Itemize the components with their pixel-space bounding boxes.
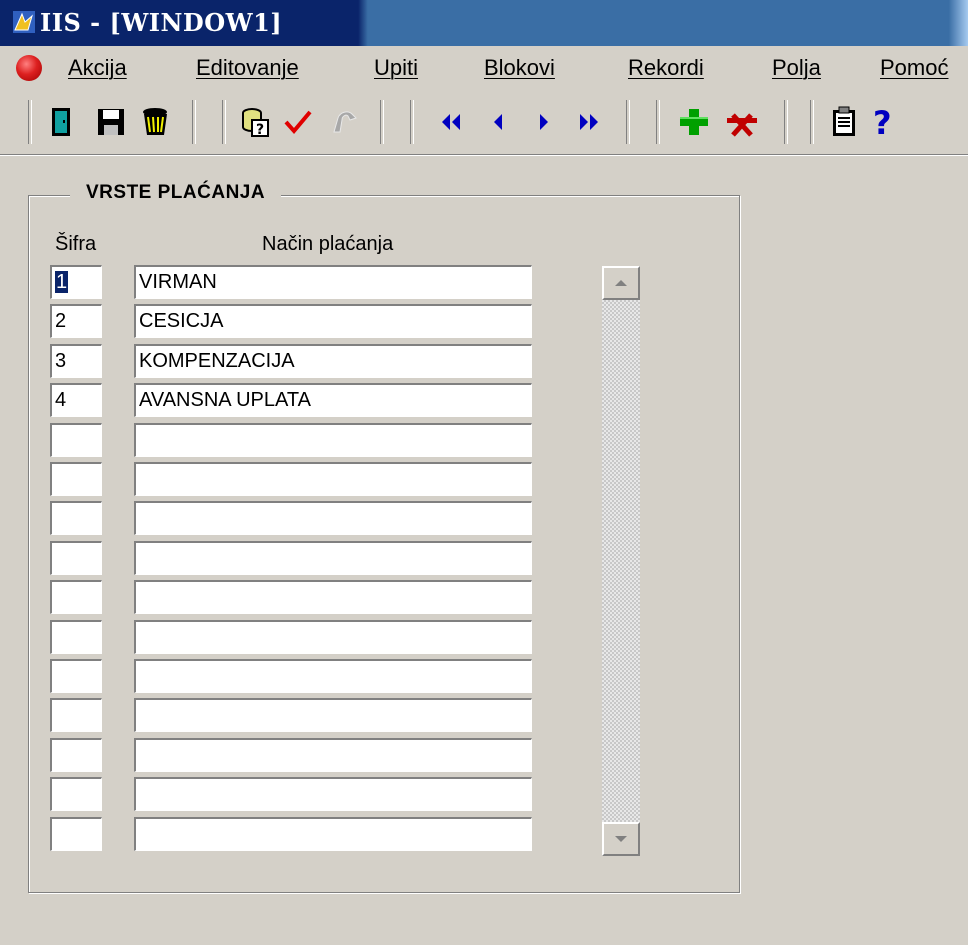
- menu-akcija[interactable]: Akcija: [68, 55, 127, 81]
- sifra-field[interactable]: [50, 541, 102, 575]
- nacin-placanja-value: AVANSNA UPLATA: [139, 389, 311, 411]
- nacin-placanja-field[interactable]: CESICJA: [134, 304, 532, 338]
- toolbar-separator: [784, 100, 788, 144]
- save-icon: [98, 109, 124, 135]
- sifra-value: 4: [55, 389, 67, 411]
- insert-record-icon: [680, 109, 708, 135]
- vertical-scrollbar[interactable]: [602, 268, 640, 856]
- svg-text:?: ?: [256, 122, 264, 138]
- toolbar-separator: [810, 100, 814, 144]
- sifra-field[interactable]: [50, 817, 102, 851]
- nacin-placanja-field[interactable]: [134, 659, 532, 693]
- sifra-field[interactable]: 1: [50, 265, 102, 299]
- nacin-placanja-value: CESICJA: [139, 310, 224, 332]
- menu-upiti[interactable]: Upiti: [374, 55, 418, 81]
- toolbar-separator: [222, 100, 226, 144]
- sifra-field[interactable]: [50, 659, 102, 693]
- nacin-placanja-value: KOMPENZACIJA: [139, 350, 295, 372]
- insert-record-button[interactable]: [676, 104, 712, 140]
- nacin-placanja-field[interactable]: [134, 462, 532, 496]
- nacin-placanja-field[interactable]: [134, 423, 532, 457]
- sifra-field[interactable]: [50, 777, 102, 811]
- help-button[interactable]: ?: [866, 104, 902, 140]
- sifra-field[interactable]: 4: [50, 383, 102, 417]
- menu-blokovi[interactable]: Blokovi: [484, 55, 555, 81]
- nacin-placanja-field[interactable]: [134, 541, 532, 575]
- window-titlebar[interactable]: IIS - [WINDOW1]: [0, 0, 968, 46]
- next-record-button[interactable]: [526, 104, 562, 140]
- clipboard-icon: [833, 106, 855, 136]
- clear-button[interactable]: [138, 104, 174, 140]
- scroll-down-icon: [615, 836, 627, 842]
- toolbar-divider: [0, 154, 968, 156]
- delete-record-icon: [727, 113, 757, 137]
- nacin-placanja-field[interactable]: KOMPENZACIJA: [134, 344, 532, 378]
- sifra-value: 3: [55, 350, 67, 372]
- nacin-placanja-field[interactable]: [134, 777, 532, 811]
- nacin-placanja-field[interactable]: [134, 580, 532, 614]
- svg-text:?: ?: [873, 104, 892, 140]
- toolbar-separator: [380, 100, 384, 144]
- app-logo-icon: [16, 55, 42, 81]
- nacin-placanja-field[interactable]: AVANSNA UPLATA: [134, 383, 532, 417]
- nacin-placanja-field[interactable]: [134, 698, 532, 732]
- sifra-field[interactable]: [50, 738, 102, 772]
- scroll-up-button[interactable]: [602, 266, 640, 300]
- trash-icon: [143, 108, 167, 135]
- exit-button[interactable]: [46, 104, 82, 140]
- first-record-button[interactable]: [432, 104, 468, 140]
- next-record-icon: [540, 114, 548, 130]
- toolbar-separator: [656, 100, 660, 144]
- nacin-placanja-field[interactable]: [134, 501, 532, 535]
- sifra-field[interactable]: 3: [50, 344, 102, 378]
- sifra-field[interactable]: 2: [50, 304, 102, 338]
- execute-query-button[interactable]: [280, 104, 316, 140]
- save-button[interactable]: [94, 104, 130, 140]
- nacin-placanja-field[interactable]: [134, 620, 532, 654]
- menu-pomoc[interactable]: Pomoć: [880, 55, 948, 81]
- previous-record-button[interactable]: [480, 104, 516, 140]
- menu-polja[interactable]: Polja: [772, 55, 821, 81]
- query-icon: ?: [242, 108, 269, 138]
- exit-icon: [52, 108, 70, 136]
- help-icon: ?: [873, 104, 892, 140]
- query-button[interactable]: ?: [238, 104, 274, 140]
- toolbar-separator: [626, 100, 630, 144]
- undo-icon: [333, 111, 357, 133]
- checkmark-icon: [284, 110, 312, 135]
- sifra-field[interactable]: [50, 580, 102, 614]
- sifra-field[interactable]: [50, 462, 102, 496]
- menu-rekordi[interactable]: Rekordi: [628, 55, 704, 81]
- column-header-sifra: Šifra: [55, 233, 97, 255]
- sifra-field[interactable]: [50, 698, 102, 732]
- sifra-value: 2: [55, 310, 67, 332]
- sifra-field[interactable]: [50, 423, 102, 457]
- nacin-placanja-field[interactable]: VIRMAN: [134, 265, 532, 299]
- undo-button[interactable]: [326, 104, 362, 140]
- nacin-placanja-field[interactable]: [134, 738, 532, 772]
- toolbar-separator: [410, 100, 414, 144]
- app-icon: [13, 11, 35, 33]
- sifra-value: 1: [55, 271, 69, 293]
- first-record-icon: [442, 114, 460, 130]
- toolbar-separator: [28, 100, 32, 144]
- menu-editovanje[interactable]: Editovanje: [196, 55, 299, 81]
- delete-record-button[interactable]: [724, 104, 760, 140]
- block-title: VRSTE PLAĆANJA: [70, 182, 282, 204]
- nacin-placanja-value: VIRMAN: [139, 271, 217, 293]
- last-record-button[interactable]: [572, 104, 608, 140]
- scroll-down-button[interactable]: [602, 822, 640, 856]
- column-header-nacin-placanja: Način plaćanja: [262, 233, 394, 255]
- sifra-field[interactable]: [50, 501, 102, 535]
- clipboard-button[interactable]: [826, 104, 862, 140]
- window-title: IIS - [WINDOW1]: [40, 8, 283, 37]
- last-record-icon: [580, 114, 598, 130]
- scroll-up-icon: [615, 280, 627, 286]
- toolbar-separator: [192, 100, 196, 144]
- sifra-field[interactable]: [50, 620, 102, 654]
- previous-record-icon: [494, 114, 502, 130]
- nacin-placanja-field[interactable]: [134, 817, 532, 851]
